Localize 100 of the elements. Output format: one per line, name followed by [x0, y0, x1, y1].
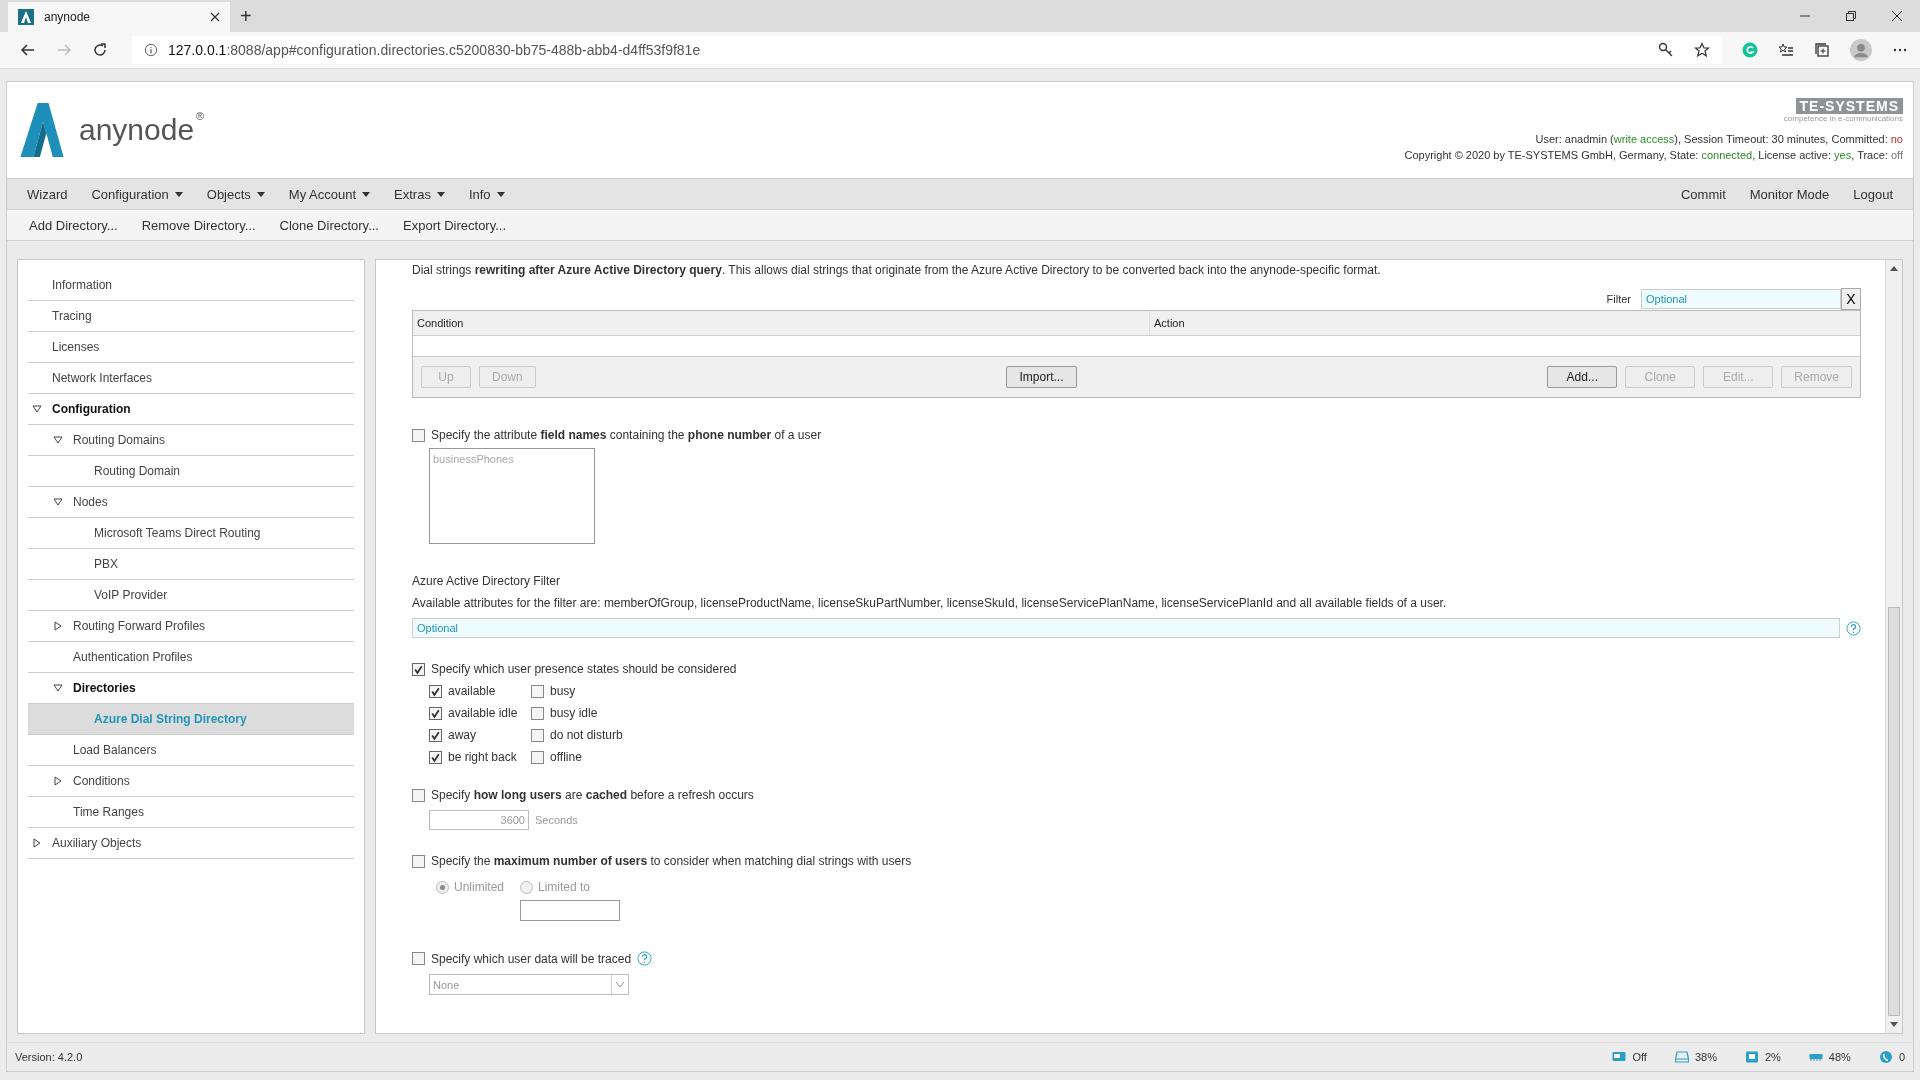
tree-item[interactable]: Authentication Profiles: [28, 642, 354, 673]
close-icon[interactable]: [210, 12, 220, 22]
tree-item[interactable]: Licenses: [28, 332, 354, 363]
tree-item[interactable]: Routing Forward Profiles: [28, 611, 354, 642]
tab-title: anynode: [44, 10, 92, 24]
help-icon[interactable]: [1846, 620, 1861, 636]
help-icon[interactable]: [637, 951, 653, 966]
close-icon[interactable]: [1892, 11, 1902, 21]
expander-icon[interactable]: [53, 621, 63, 631]
status-reading: 48%: [1828, 1051, 1851, 1063]
tree-item[interactable]: PBX: [28, 549, 354, 580]
description-text: Available attributes for the filter are: memberOfGroup, licenseProductName, licenseSkuPartNumber, licenseSkuId, licenseServicePlanName, licenseServicePlanId and all available fields of a user.: [412, 596, 1448, 610]
checkbox[interactable]: [412, 428, 425, 442]
table-button[interactable]: Add...: [1547, 366, 1618, 388]
browser-tab[interactable]: anynode: [8, 2, 230, 32]
checkbox-label: busy idle: [550, 706, 598, 720]
expander-icon[interactable]: [53, 435, 63, 445]
checkbox[interactable]: [531, 750, 544, 764]
expander-icon[interactable]: [53, 497, 63, 507]
expander-icon[interactable]: [32, 838, 42, 848]
list-entry: businessPhones: [433, 453, 514, 465]
new-tab-button[interactable]: +: [240, 4, 252, 28]
tree-item[interactable]: Conditions: [28, 766, 354, 797]
checkbox[interactable]: [429, 684, 442, 698]
scrollbar[interactable]: [1885, 260, 1902, 1033]
radio-button[interactable]: [520, 880, 533, 894]
checkbox[interactable]: [429, 728, 442, 742]
tree-item[interactable]: Configuration: [28, 394, 354, 425]
checkbox[interactable]: [531, 706, 544, 720]
monitor-icon: [1612, 1051, 1627, 1063]
tree-item[interactable]: Network Interfaces: [28, 363, 354, 394]
description-text: Dial strings rewriting after Azure Active Directory query. This allows dial strings that originate from the Azure Active Directory to be converted back into the anynode-specific format.: [412, 262, 1382, 278]
checkbox-label: Specify which user presence states should be considered: [431, 662, 737, 676]
filter-field[interactable]: Optional: [1641, 289, 1841, 309]
logo-icon: [19, 103, 65, 157]
phone-icon: [1878, 1051, 1893, 1063]
reload-icon[interactable]: [92, 42, 108, 58]
menu-item[interactable]: My Account: [276, 186, 383, 202]
checkbox-label: Specify which user data will be traced: [431, 951, 632, 966]
tree-item[interactable]: VoIP Provider: [28, 580, 354, 611]
toolbar-action[interactable]: Remove Directory...: [129, 217, 268, 233]
scroll-down-icon[interactable]: [1890, 1022, 1898, 1027]
menu-item[interactable]: Configuration: [79, 186, 195, 202]
table-button[interactable]: Import...: [1006, 366, 1077, 388]
version-label: Version: 4.2.0: [15, 1051, 83, 1063]
column-header[interactable]: Condition: [413, 311, 1150, 335]
toolbar-action[interactable]: Add Directory...: [17, 217, 130, 233]
scroll-up-icon[interactable]: [1890, 266, 1898, 271]
menu-item[interactable]: Monitor Mode: [1737, 186, 1842, 202]
registered-mark: ®: [196, 110, 205, 122]
tree-item[interactable]: Nodes: [28, 487, 354, 518]
checkbox[interactable]: [531, 684, 544, 698]
expander-icon[interactable]: [53, 683, 63, 693]
menu-item[interactable]: Extras: [382, 186, 457, 202]
section-title: Azure Active Directory Filter: [412, 574, 562, 588]
toolbar-action[interactable]: Export Directory...: [391, 217, 519, 233]
expander-icon[interactable]: [53, 776, 63, 786]
toolbar-action[interactable]: Clone Directory...: [267, 217, 391, 233]
menu-item[interactable]: Wizard: [15, 186, 80, 202]
collections-icon[interactable]: [1814, 42, 1830, 58]
menu-item[interactable]: Commit: [1668, 186, 1738, 202]
tree-item[interactable]: Tracing: [28, 301, 354, 332]
checkbox[interactable]: [412, 662, 425, 676]
tree-item[interactable]: Routing Domain: [28, 456, 354, 487]
address-field[interactable]: 127.0.0.1:8088/app#configuration.directories.c5200830-bb75-488b-abb4-d4ff53f9f81e: [132, 36, 1722, 64]
checkbox[interactable]: [429, 706, 442, 720]
info-icon[interactable]: [144, 43, 158, 57]
checkbox[interactable]: [531, 728, 544, 742]
checkbox[interactable]: [412, 854, 425, 868]
menu-item[interactable]: Info: [456, 186, 517, 202]
checkbox[interactable]: [412, 788, 425, 802]
checkbox[interactable]: [412, 952, 425, 965]
checkbox[interactable]: [429, 750, 442, 764]
radio-button[interactable]: [436, 880, 449, 894]
profile-avatar-icon[interactable]: [1850, 39, 1872, 61]
checkbox-label: be right back: [448, 750, 517, 764]
tree-item[interactable]: Load Balancers: [28, 735, 354, 766]
session-info: User: anadmin (write access), Session Timeout: 30 minutes, Committed: no: [1535, 132, 1903, 147]
back-icon[interactable]: [20, 42, 36, 58]
tree-item[interactable]: Routing Domains: [28, 425, 354, 456]
clear-filter-button[interactable]: X: [1841, 288, 1861, 310]
tree-item[interactable]: Microsoft Teams Direct Routing: [28, 518, 354, 549]
star-icon[interactable]: [1694, 42, 1710, 58]
tree-item[interactable]: Time Ranges: [28, 797, 354, 828]
favorites-icon[interactable]: [1778, 42, 1794, 58]
checkbox-label: available: [448, 684, 496, 698]
status-reading: 2%: [1764, 1051, 1781, 1063]
unit-label: Seconds: [535, 814, 578, 826]
key-icon[interactable]: [1658, 42, 1674, 58]
checkbox-label: busy: [550, 684, 576, 698]
tree-item[interactable]: Information: [28, 270, 354, 301]
column-header[interactable]: Action: [1150, 311, 1185, 335]
caret-icon: [616, 982, 624, 987]
expander-icon[interactable]: [32, 404, 42, 414]
filter-field[interactable]: Optional: [412, 618, 1840, 638]
menu-item[interactable]: Objects: [194, 186, 277, 202]
tree-item[interactable]: Auxiliary Objects: [28, 828, 354, 859]
checkbox-label: offline: [550, 750, 582, 764]
restore-icon[interactable]: [1846, 11, 1856, 21]
menu-item[interactable]: Logout: [1841, 186, 1905, 202]
